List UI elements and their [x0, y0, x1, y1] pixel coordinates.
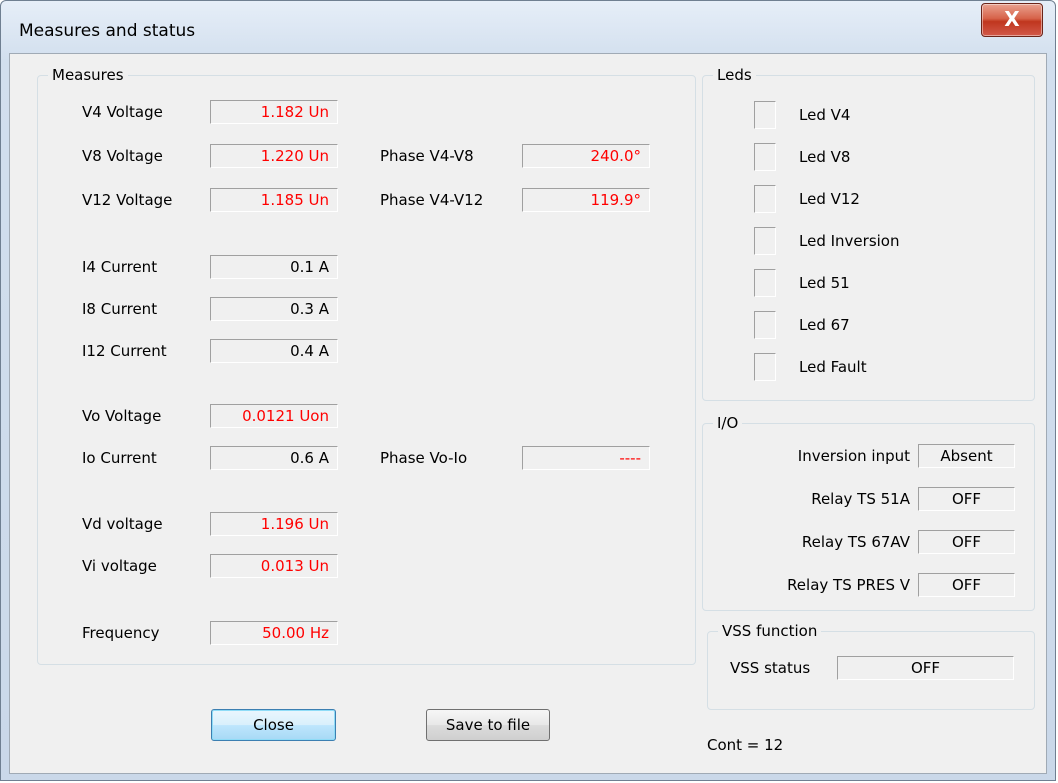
- measure-value-i12-current: 0.4 A: [210, 339, 338, 363]
- measure-value-vd-voltage: 1.196 Un: [210, 512, 338, 536]
- led-label-v4: Led V4: [799, 106, 851, 124]
- led-indicator-v12: [754, 185, 776, 213]
- leds-group: Leds Led V4 Led V8 Led V12 Led Inversion…: [702, 65, 1035, 401]
- measures-group-title: Measures: [48, 65, 128, 85]
- phase-label-v4-v8: Phase V4-V8: [380, 147, 474, 165]
- measure-value-vo-voltage: 0.0121 Uon: [210, 404, 338, 428]
- io-value-relay-ts-51a: OFF: [918, 487, 1015, 511]
- measures-group: Measures V4 Voltage 1.182 Un V8 Voltage …: [37, 65, 696, 665]
- dialog-window: Measures and status X Measures V4 Voltag…: [0, 0, 1056, 781]
- led-indicator-v4: [754, 101, 776, 129]
- led-indicator-inversion: [754, 227, 776, 255]
- led-indicator-v8: [754, 143, 776, 171]
- close-icon[interactable]: X: [981, 3, 1043, 37]
- led-label-inversion: Led Inversion: [799, 232, 900, 250]
- phase-value-v4-v8: 240.0°: [522, 144, 650, 168]
- led-label-v8: Led V8: [799, 148, 851, 166]
- vss-status-label: VSS status: [730, 659, 811, 677]
- measure-label-i12-current: I12 Current: [82, 342, 167, 360]
- dialog-client-area: Measures V4 Voltage 1.182 Un V8 Voltage …: [9, 53, 1047, 774]
- phase-value-v4-v12: 119.9°: [522, 188, 650, 212]
- save-to-file-button[interactable]: Save to file: [426, 709, 550, 741]
- measure-value-v4-voltage: 1.182 Un: [210, 100, 338, 124]
- counter-text: Cont = 12: [707, 736, 784, 754]
- led-indicator-67: [754, 311, 776, 339]
- io-value-inversion-input: Absent: [918, 444, 1015, 468]
- io-group: I/O Inversion input Absent Relay TS 51A …: [702, 413, 1035, 611]
- vss-group: VSS function VSS status OFF: [707, 621, 1035, 710]
- measure-label-v8-voltage: V8 Voltage: [82, 147, 163, 165]
- phase-label-v4-v12: Phase V4-V12: [380, 191, 484, 209]
- leds-group-title: Leds: [713, 65, 756, 85]
- led-indicator-51: [754, 269, 776, 297]
- measure-value-i4-current: 0.1 A: [210, 255, 338, 279]
- io-label-inversion-input: Inversion input: [797, 447, 910, 465]
- window-title: Measures and status: [19, 21, 196, 41]
- io-group-title: I/O: [713, 413, 743, 433]
- measure-label-io-current: Io Current: [82, 449, 157, 467]
- measure-value-i8-current: 0.3 A: [210, 297, 338, 321]
- measure-value-v8-voltage: 1.220 Un: [210, 144, 338, 168]
- io-value-relay-ts-67av: OFF: [918, 530, 1015, 554]
- io-value-relay-ts-pres-v: OFF: [918, 573, 1015, 597]
- io-label-relay-ts-pres-v: Relay TS PRES V: [787, 576, 910, 594]
- led-label-51: Led 51: [799, 274, 850, 292]
- measure-label-frequency: Frequency: [82, 624, 160, 642]
- vss-group-title: VSS function: [718, 621, 822, 641]
- led-label-fault: Led Fault: [799, 358, 867, 376]
- measure-label-vd-voltage: Vd voltage: [82, 515, 163, 533]
- io-label-relay-ts-51a: Relay TS 51A: [811, 490, 910, 508]
- io-label-relay-ts-67av: Relay TS 67AV: [801, 533, 910, 551]
- measure-value-v12-voltage: 1.185 Un: [210, 188, 338, 212]
- measure-value-vi-voltage: 0.013 Un: [210, 554, 338, 578]
- measure-value-io-current: 0.6 A: [210, 446, 338, 470]
- measure-label-vi-voltage: Vi voltage: [82, 557, 157, 575]
- measure-label-v12-voltage: V12 Voltage: [82, 191, 173, 209]
- measure-label-v4-voltage: V4 Voltage: [82, 103, 163, 121]
- led-label-67: Led 67: [799, 316, 850, 334]
- measure-value-frequency: 50.00 Hz: [210, 621, 338, 645]
- measure-label-i8-current: I8 Current: [82, 300, 158, 318]
- phase-label-vo-io: Phase Vo-Io: [380, 449, 468, 467]
- close-button[interactable]: Close: [211, 709, 336, 741]
- led-label-v12: Led V12: [799, 190, 860, 208]
- phase-value-vo-io: ----: [522, 446, 650, 470]
- measure-label-i4-current: I4 Current: [82, 258, 158, 276]
- led-indicator-fault: [754, 353, 776, 381]
- measure-label-vo-voltage: Vo Voltage: [82, 407, 162, 425]
- title-bar: Measures and status X: [1, 1, 1055, 53]
- vss-status-value: OFF: [837, 656, 1014, 680]
